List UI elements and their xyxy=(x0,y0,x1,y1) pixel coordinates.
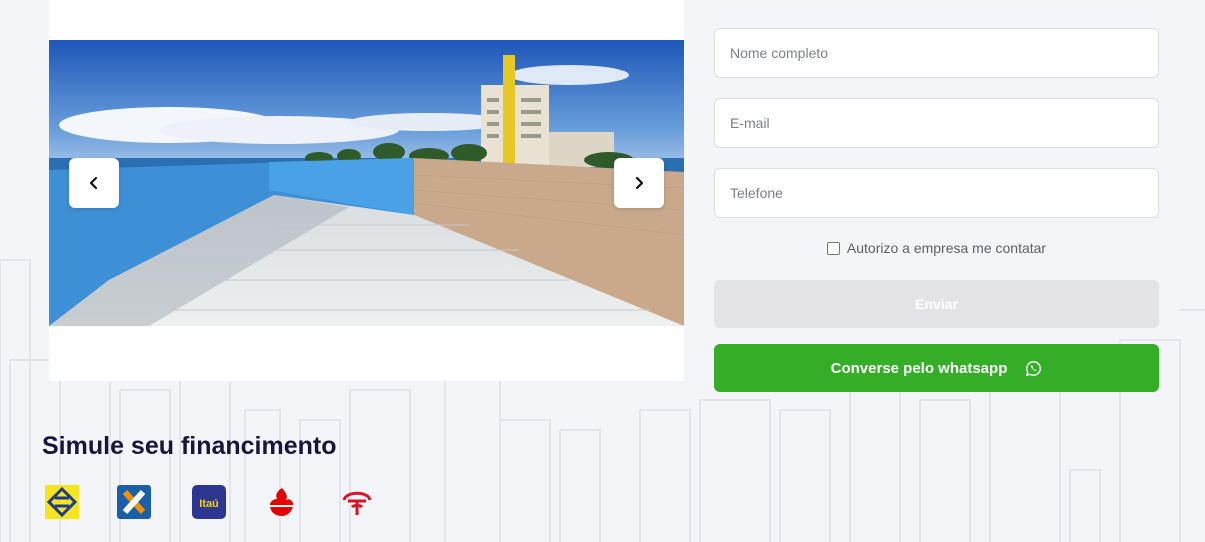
name-field[interactable] xyxy=(714,28,1159,78)
email-field[interactable] xyxy=(714,98,1159,148)
santander-logo[interactable] xyxy=(265,485,299,519)
whatsapp-icon xyxy=(1026,360,1042,376)
submit-button[interactable]: Enviar xyxy=(714,280,1159,328)
consent-label: Autorizo a empresa me contatar xyxy=(846,240,1047,256)
consent-checkbox[interactable] xyxy=(826,241,840,255)
bradesco-logo[interactable] xyxy=(340,485,374,519)
contact-form: Autorizo a empresa me contatar Enviar Co… xyxy=(714,28,1159,392)
financing-title: Simule seu financimento xyxy=(42,432,337,460)
itau-logo-text: Itaú xyxy=(199,498,219,510)
gallery-next-button[interactable] xyxy=(614,158,664,208)
phone-field[interactable] xyxy=(714,168,1159,218)
banco-do-brasil-logo[interactable] xyxy=(45,485,79,519)
submit-button-label: Enviar xyxy=(915,296,958,312)
itau-logo[interactable]: Itaú xyxy=(192,485,226,519)
chevron-right-icon xyxy=(635,176,644,190)
property-photo[interactable] xyxy=(49,40,684,326)
consent-row[interactable]: Autorizo a empresa me contatar xyxy=(714,235,1159,261)
whatsapp-button-label: Converse pelo whatsapp xyxy=(830,359,1008,377)
chevron-left-icon xyxy=(89,176,98,190)
property-gallery xyxy=(49,0,684,381)
whatsapp-button[interactable]: Converse pelo whatsapp xyxy=(714,344,1159,392)
gallery-prev-button[interactable] xyxy=(69,158,119,208)
caixa-logo[interactable] xyxy=(117,485,151,519)
